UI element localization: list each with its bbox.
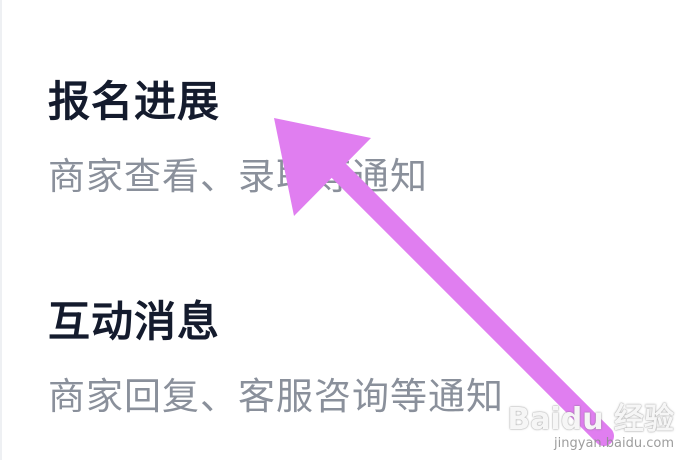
watermark-brand: Baidu 经验: [507, 402, 674, 437]
item-description: 商家查看、录取等通知: [48, 155, 428, 198]
list-item-signup-progress[interactable]: 报名进展 商家查看、录取等通知: [48, 78, 428, 198]
baidu-watermark: Baidu 经验 jingyan.baidu.com: [507, 404, 674, 452]
notification-settings-page: 报名进展 商家查看、录取等通知 互动消息 商家回复、客服咨询等通知 Baidu …: [0, 0, 692, 460]
watermark-url: jingyan.baidu.com: [554, 436, 674, 451]
item-title: 报名进展: [48, 77, 221, 126]
list-item-interaction-messages[interactable]: 互动消息 商家回复、客服咨询等通知: [48, 298, 504, 418]
left-border: [0, 0, 2, 460]
item-title: 互动消息: [48, 297, 221, 346]
item-description: 商家回复、客服咨询等通知: [48, 375, 504, 418]
